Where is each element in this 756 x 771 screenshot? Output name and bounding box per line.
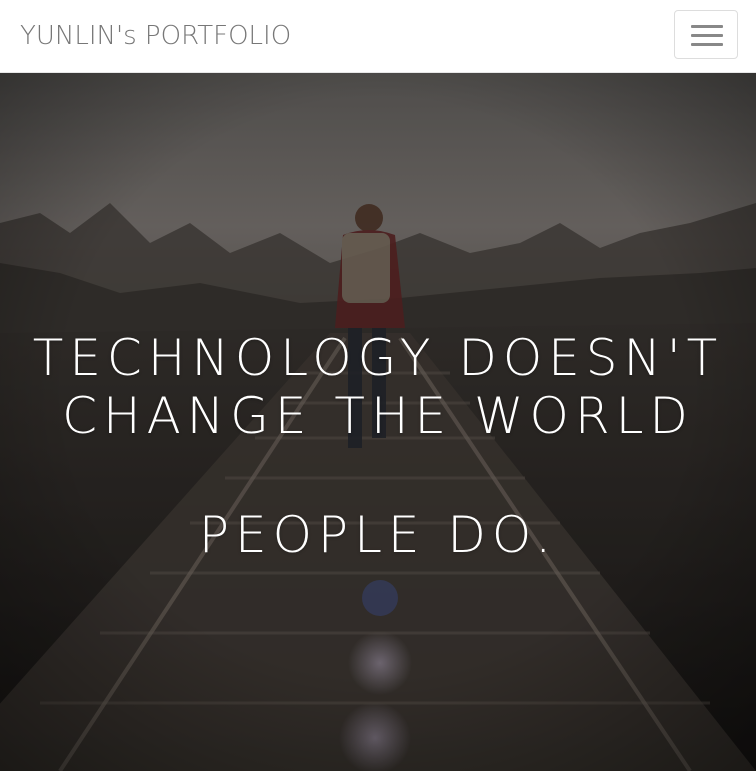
hamburger-icon <box>691 25 723 28</box>
hero-headline-line1: TECHNOLOGY DOESN'T <box>32 329 724 387</box>
navbar: YUNLIN's PORTFOLIO <box>0 0 756 73</box>
brand-link[interactable]: YUNLIN's PORTFOLIO <box>20 19 291 53</box>
hero-headline-line2: CHANGE THE WORLD <box>62 387 694 445</box>
hero-section: TECHNOLOGY DOESN'T CHANGE THE WORLD PEOP… <box>0 73 756 771</box>
hero-headline-line3: PEOPLE DO. <box>198 506 558 564</box>
hamburger-icon-bar <box>691 43 723 46</box>
menu-toggle-button[interactable] <box>674 10 738 59</box>
hamburger-icon-bar <box>691 34 723 37</box>
